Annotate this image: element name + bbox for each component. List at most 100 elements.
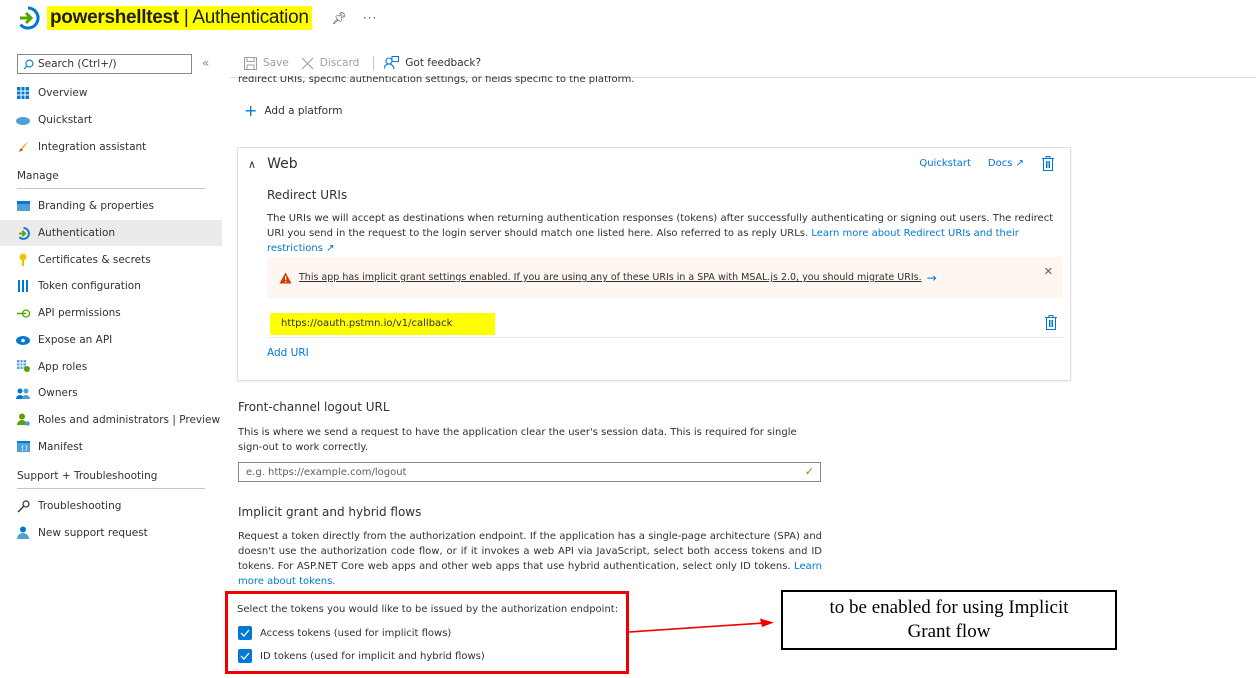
front-channel-description: This is where we send a request to have … [238, 427, 797, 453]
redirect-uris-description: The URIs we will accept as destinations … [267, 213, 1054, 254]
external-link-icon: ↗ [1012, 158, 1024, 169]
web-card-actions: Quickstart Docs ↗ [902, 156, 1054, 171]
delete-uri-icon[interactable] [1045, 315, 1057, 330]
add-platform-label: Add a platform [264, 105, 343, 117]
arrow-right-icon[interactable]: → [927, 271, 937, 285]
web-platform-card: ∧ Web Quickstart Docs ↗ Redirect URIs Th… [237, 147, 1071, 381]
grid-icon [16, 86, 30, 100]
sidebar-item-token-configuration[interactable]: Token configuration [0, 273, 222, 300]
feedback-label: Got feedback? [405, 57, 482, 69]
section-support: Support + Troubleshooting [17, 469, 158, 482]
key-icon [16, 253, 30, 267]
implicit-grant-title: Implicit grant and hybrid flows [238, 505, 422, 519]
sidebar-item-troubleshooting[interactable]: Troubleshooting [0, 493, 222, 520]
sidebar-item-certificates[interactable]: Certificates & secrets [0, 246, 222, 273]
access-tokens-checkbox[interactable]: Access tokens (used for implicit flows) [238, 626, 451, 640]
double-chevron-left-icon[interactable]: « [202, 56, 209, 70]
external-link-icon: ↗ [322, 243, 335, 254]
sidebar-item-overview[interactable]: Overview [0, 80, 222, 107]
users-icon [16, 386, 30, 400]
annotation-arrow-icon [629, 618, 774, 633]
search-icon [23, 59, 34, 69]
feedback-icon [384, 56, 400, 70]
annotation-line-1: to be enabled for using Implicit [829, 597, 1069, 618]
sidebar-item-label: Integration assistant [38, 140, 147, 153]
checkbox-checked-icon[interactable] [238, 649, 252, 663]
sidebar-item-branding[interactable]: Branding & properties [0, 193, 222, 220]
sidebar-item-api-permissions[interactable]: API permissions [0, 300, 222, 327]
sidebar-item-label: App roles [38, 360, 88, 373]
pin-icon[interactable]: 📌︎ [332, 11, 347, 25]
warning-message-link[interactable]: This app has implicit grant settings ena… [299, 272, 922, 283]
bars-icon [16, 279, 30, 293]
page-header: powershelltest | Authentication 📌︎ ··· [16, 4, 377, 32]
sidebar-item-integration-assistant[interactable]: Integration assistant [0, 133, 222, 160]
manifest-icon: {} [16, 440, 30, 454]
sidebar-item-label: API permissions [38, 307, 121, 320]
add-platform-button[interactable]: + Add a platform [244, 101, 343, 120]
sidebar-item-label: Token configuration [38, 280, 141, 293]
logout-url-field[interactable]: ✓ [238, 462, 821, 482]
sidebar-item-manifest[interactable]: {} Manifest [0, 433, 222, 460]
sidebar-item-app-roles[interactable]: App roles [0, 353, 222, 380]
wrench-icon [16, 499, 30, 513]
app-roles-icon [16, 360, 30, 374]
sidebar-item-new-support-request[interactable]: New support request [0, 520, 222, 547]
save-button[interactable]: Save [244, 56, 289, 70]
id-tokens-checkbox[interactable]: ID tokens (used for implicit and hybrid … [238, 649, 485, 663]
docs-link[interactable]: Docs ↗ [988, 158, 1024, 169]
close-icon [301, 57, 314, 69]
sidebar-item-label: Owners [38, 387, 78, 400]
feedback-button[interactable]: Got feedback? [384, 56, 481, 70]
command-bar: Save Discard Got feedback? [244, 53, 493, 73]
sidebar-item-roles-admins[interactable]: Roles and administrators | Preview [0, 407, 222, 434]
web-card-header[interactable]: ∧ Web [248, 156, 298, 172]
checkmark-icon: ✓ [804, 465, 814, 478]
sidebar-item-label: Certificates & secrets [38, 253, 151, 266]
add-uri-link[interactable]: Add URI [267, 347, 309, 359]
logout-url-input[interactable] [246, 466, 786, 478]
implicit-grant-description: Request a token directly from the author… [238, 531, 822, 587]
toolbar-divider [373, 56, 375, 70]
sidebar-item-label: Manifest [38, 440, 83, 453]
sidebar-item-label: Roles and administrators | Preview [38, 413, 221, 426]
delete-platform-icon[interactable] [1042, 156, 1054, 171]
plus-icon: + [244, 101, 258, 120]
cloud-api-icon [16, 333, 30, 347]
sidebar-item-label: Overview [38, 87, 88, 100]
discard-button[interactable]: Discard [301, 57, 359, 70]
docs-label: Docs [987, 158, 1013, 169]
redirect-uri-row: https://oauth.pstmn.io/v1/callback [267, 311, 1063, 338]
search-input[interactable] [38, 58, 188, 70]
sidebar-item-label: Branding & properties [38, 200, 154, 213]
sidebar-item-expose-api[interactable]: Expose an API [0, 327, 222, 354]
sidebar-item-label: Authentication [38, 227, 116, 240]
divider [17, 487, 205, 489]
card-icon [16, 199, 30, 213]
svg-text:{}: {} [20, 445, 28, 452]
page-title: powershelltest | Authentication [47, 6, 312, 30]
warning-icon [279, 272, 292, 283]
sidebar-nav: Overview Quickstart Integration assistan… [0, 80, 222, 546]
discard-label: Discard [319, 57, 360, 69]
sidebar-item-owners[interactable]: Owners [0, 380, 222, 407]
admin-icon [16, 413, 30, 427]
sidebar-item-authentication[interactable]: Authentication [0, 219, 222, 247]
search-box[interactable] [17, 54, 192, 74]
front-channel-title: Front-channel logout URL [238, 400, 390, 414]
support-person-icon [16, 526, 30, 540]
redirect-uri-input[interactable]: https://oauth.pstmn.io/v1/callback [270, 313, 495, 335]
annotation-note: to be enabled for using Implicit Grant f… [781, 590, 1117, 650]
close-warning-icon[interactable]: ✕ [1044, 265, 1053, 278]
checkbox-checked-icon[interactable] [238, 626, 252, 640]
sidebar-item-label: New support request [38, 526, 148, 539]
chevron-up-icon[interactable]: ∧ [248, 158, 256, 171]
sidebar-item-quickstart[interactable]: Quickstart [0, 107, 222, 134]
ellipsis-icon[interactable]: ··· [363, 11, 377, 25]
cloud-icon [16, 113, 30, 127]
quickstart-link[interactable]: Quickstart [919, 158, 971, 169]
save-icon [244, 56, 257, 70]
web-card-title: Web [267, 156, 298, 172]
authentication-icon [19, 6, 40, 30]
annotation-line-2: Grant flow [907, 621, 991, 642]
